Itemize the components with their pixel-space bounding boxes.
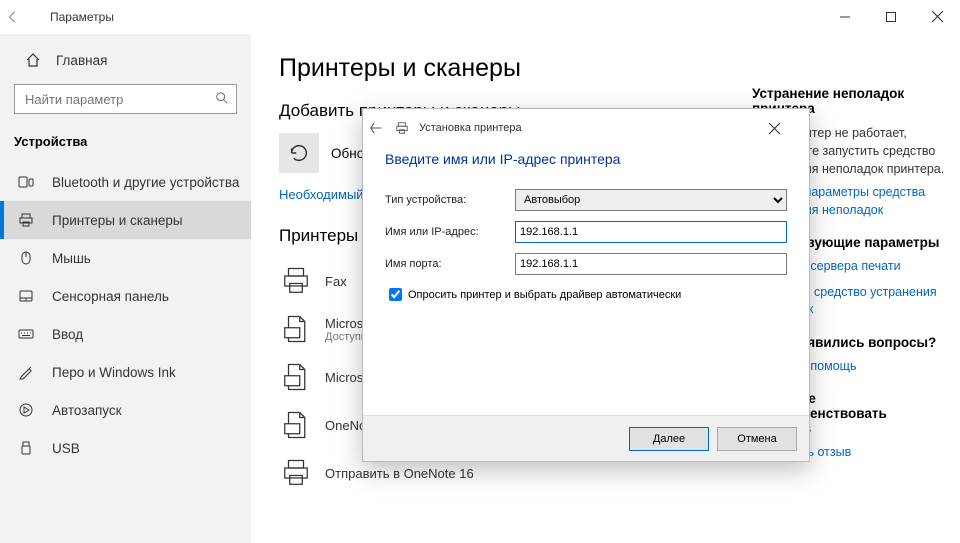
printer-name: Fax	[325, 274, 347, 289]
hostname-input[interactable]	[515, 221, 787, 243]
sidebar-item-usb[interactable]: USB	[0, 429, 251, 467]
back-icon[interactable]	[6, 10, 36, 24]
dialog-close-button[interactable]	[769, 123, 803, 134]
sidebar-item-label: Принтеры и сканеры	[52, 213, 183, 228]
sidebar-item-autoplay[interactable]: Автозапуск	[0, 391, 251, 429]
search-icon	[215, 91, 229, 105]
sidebar-header: Устройства	[0, 126, 251, 163]
sidebar-item-label: Сенсорная панель	[52, 289, 169, 304]
autoplay-icon	[18, 402, 40, 418]
maximize-button[interactable]	[868, 0, 914, 34]
usb-icon	[18, 440, 40, 456]
dialog-heading: Введите имя или IP-адрес принтера	[385, 151, 787, 167]
device-type-select[interactable]: Автовыбор	[515, 189, 787, 211]
mouse-icon	[18, 250, 40, 266]
hostname-label: Имя или IP-адрес:	[385, 226, 515, 238]
add-printer-dialog: Установка принтера Введите имя или IP-ад…	[362, 108, 810, 462]
sidebar-home-label: Главная	[56, 53, 107, 68]
minimize-button[interactable]	[822, 0, 868, 34]
printer-icon	[18, 212, 40, 228]
sidebar-item-label: USB	[52, 441, 80, 456]
refresh-button[interactable]	[279, 133, 319, 173]
sidebar-item-label: Перо и Windows Ink	[52, 365, 176, 380]
dialog-back-button[interactable]	[369, 121, 391, 135]
sidebar-item-pen[interactable]: Перо и Windows Ink	[0, 353, 251, 391]
port-label: Имя порта:	[385, 258, 515, 270]
sidebar-item-bluetooth[interactable]: Bluetooth и другие устройства	[0, 163, 251, 201]
query-printer-checkbox-label: Опросить принтер и выбрать драйвер автом…	[408, 289, 681, 301]
sidebar-item-mouse[interactable]: Мышь	[0, 239, 251, 277]
sidebar-item-typing[interactable]: Ввод	[0, 315, 251, 353]
keyboard-icon	[18, 326, 40, 342]
sidebar-item-touchpad[interactable]: Сенсорная панель	[0, 277, 251, 315]
sidebar-item-label: Мышь	[52, 251, 91, 266]
printer-icon	[395, 121, 415, 135]
sidebar-item-label: Ввод	[52, 327, 83, 342]
sidebar: Главная Устройства Bluetooth и другие ус…	[0, 34, 251, 543]
sidebar-item-label: Автозапуск	[52, 403, 122, 418]
next-button[interactable]: Далее	[629, 427, 709, 451]
close-button[interactable]	[914, 0, 960, 34]
printer-icon	[279, 264, 313, 298]
query-printer-checkbox[interactable]: Опросить принтер и выбрать драйвер автом…	[385, 285, 787, 304]
page-title: Принтеры и сканеры	[279, 54, 932, 83]
home-icon	[24, 51, 42, 69]
printer-icon	[279, 456, 313, 490]
cancel-button[interactable]: Отмена	[717, 427, 797, 451]
search-input[interactable]	[14, 84, 237, 114]
sidebar-item-printers[interactable]: Принтеры и сканеры	[0, 201, 251, 239]
sidebar-home[interactable]: Главная	[0, 42, 251, 78]
printer-name: Отправить в OneNote 16	[325, 466, 474, 481]
query-printer-checkbox-input[interactable]	[389, 288, 402, 301]
refresh-icon	[288, 142, 310, 164]
document-icon	[279, 312, 313, 346]
touchpad-icon	[18, 288, 40, 304]
document-icon	[279, 360, 313, 394]
port-input[interactable]	[515, 253, 787, 275]
dialog-title: Установка принтера	[419, 122, 522, 134]
pen-icon	[18, 364, 40, 380]
window-title: Параметры	[50, 10, 114, 24]
sidebar-item-label: Bluetooth и другие устройства	[52, 175, 239, 190]
devices-icon	[18, 174, 40, 190]
device-type-label: Тип устройства:	[385, 194, 515, 206]
document-icon	[279, 408, 313, 442]
